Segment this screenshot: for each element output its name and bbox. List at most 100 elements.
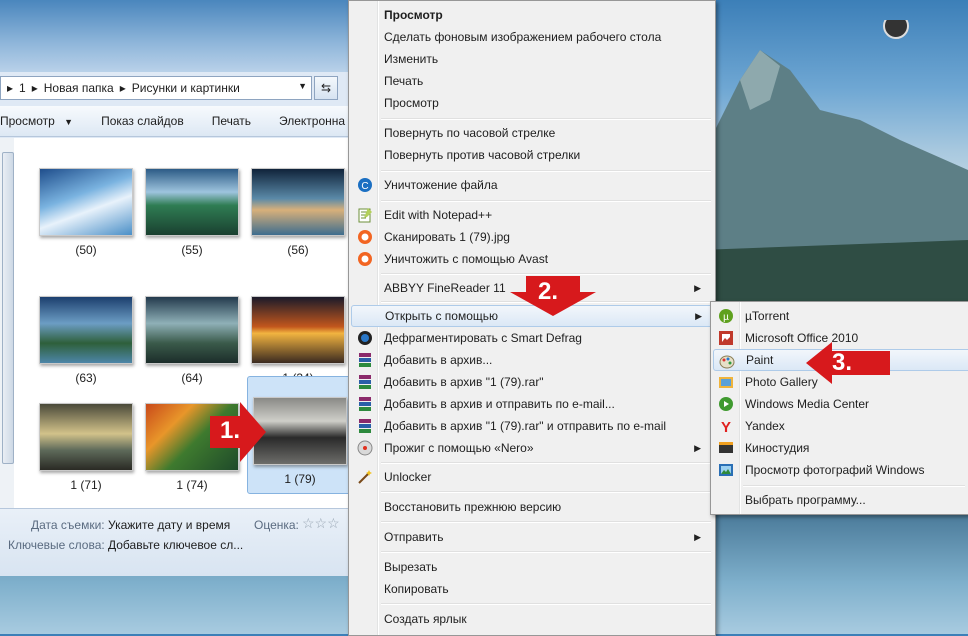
menu-separator (381, 521, 711, 523)
menu-item-create-shortcut[interactable]: Создать ярлык (351, 608, 711, 630)
breadcrumb-item[interactable]: Новая папка (44, 81, 114, 95)
rating-stars-icon[interactable]: ☆☆☆ (302, 515, 340, 532)
menu-item-label: Восстановить прежнюю версию (384, 500, 562, 514)
menu-item-label: Вырезать (384, 560, 438, 574)
date-value[interactable]: Укажите дату и время (108, 518, 230, 532)
menu-item-print[interactable]: Печать (351, 70, 711, 92)
menu-item-copy[interactable]: Копировать (351, 578, 711, 600)
keywords-label: Ключевые слова: (8, 538, 105, 552)
submenu-item-photo-viewer[interactable]: Просмотр фотографий Windows (713, 459, 968, 481)
thumbnail-caption: (64) (181, 371, 203, 385)
menu-item-smart-defrag[interactable]: Дефрагментировать с Smart Defrag (351, 327, 711, 349)
list-item[interactable]: 1 (34) (246, 296, 350, 385)
thumbnail-caption: 1 (74) (176, 478, 208, 492)
rating-label: Оценка: (254, 518, 299, 532)
menu-item-cut[interactable]: Вырезать (351, 556, 711, 578)
svg-text:Y: Y (721, 419, 731, 434)
thumbnail-caption: (55) (181, 243, 203, 257)
menu-item-edit[interactable]: Изменить (351, 48, 711, 70)
menu-item-unlocker[interactable]: Unlocker (351, 466, 711, 488)
vertical-scrollbar[interactable] (0, 138, 15, 508)
menu-item-label: Уничтожение файла (384, 178, 498, 192)
address-separator-icon: ▸ (31, 81, 38, 95)
menu-item-set-wallpaper[interactable]: Сделать фоновым изображением рабочего ст… (351, 26, 711, 48)
media-center-icon (719, 397, 733, 411)
menu-item-add-rar[interactable]: Добавить в архив "1 (79).rar" (351, 371, 711, 393)
paint-palette-icon (719, 355, 735, 369)
callout-label: 3. (832, 349, 853, 376)
menu-separator (381, 462, 711, 464)
photo-gallery-icon (719, 377, 733, 388)
list-item[interactable]: (63) (34, 296, 138, 385)
breadcrumb-item[interactable]: 1 (19, 81, 26, 95)
menu-item-label: Unlocker (384, 470, 432, 484)
list-item[interactable]: (64) (140, 296, 244, 385)
address-separator-icon: ▸ (119, 81, 126, 95)
menu-item-rar-email[interactable]: Добавить в архив "1 (79).rar" и отправит… (351, 415, 711, 437)
list-item[interactable]: (55) (140, 168, 244, 257)
menu-item-label: Добавить в архив "1 (79).rar" (384, 375, 544, 389)
thumbnail-image (39, 403, 133, 471)
submenu-item-movie-maker[interactable]: Киностудия (713, 437, 968, 459)
notepad-icon (358, 208, 372, 223)
address-bar[interactable]: ▸ 1 ▸ Новая папка ▸ Рисунки и картинки ▼ (0, 76, 312, 100)
movie-maker-icon (719, 442, 733, 453)
menu-item-add-archive[interactable]: Добавить в архив... (351, 349, 711, 371)
list-item[interactable]: 1 (71) (34, 403, 138, 492)
menu-item-label: Просмотр (384, 8, 443, 22)
list-item[interactable]: (50) (34, 168, 138, 257)
email-button[interactable]: Электронна (279, 114, 345, 128)
submenu-item-media-center[interactable]: Windows Media Center (713, 393, 968, 415)
winrar-icon (359, 397, 371, 411)
thumbnail-caption: 1 (79) (284, 472, 316, 486)
submenu-item-label: Выбрать программу... (745, 493, 866, 507)
menu-item-preview-2[interactable]: Просмотр (351, 92, 711, 114)
menu-item-send-to[interactable]: Отправить ▶ (351, 526, 711, 548)
thumbnail-caption: 1 (71) (70, 478, 102, 492)
menu-item-archive-email[interactable]: Добавить в архив и отправить по e-mail..… (351, 393, 711, 415)
callout-arrow-1: 1. (210, 402, 266, 462)
list-item[interactable]: (56) (246, 168, 350, 257)
winrar-icon (359, 375, 371, 389)
thumbnail-caption: (56) (287, 243, 309, 257)
menu-item-label: ABBYY FineReader 11 (384, 281, 506, 295)
defrag-icon (358, 331, 372, 345)
svg-text:C: C (361, 181, 368, 192)
thumbnail-image (251, 168, 345, 236)
breadcrumb-item[interactable]: Рисунки и картинки (132, 81, 240, 95)
menu-item-label: Сделать фоновым изображением рабочего ст… (384, 30, 662, 44)
unlocker-wand-icon (358, 470, 372, 484)
slideshow-button[interactable]: Показ слайдов (101, 114, 184, 128)
scrollbar-thumb[interactable] (2, 152, 14, 464)
submenu-item-label: Киностудия (745, 441, 810, 455)
refresh-button[interactable]: ⇆ (314, 76, 338, 100)
menu-item-rotate-cw[interactable]: Повернуть по часовой стрелке (351, 122, 711, 144)
menu-item-avast-scan[interactable]: Сканировать 1 (79).jpg (351, 226, 711, 248)
menu-separator (743, 485, 965, 487)
menu-item-shred-file[interactable]: C Уничтожение файла (351, 174, 711, 196)
submenu-item-label: µTorrent (745, 309, 790, 323)
menu-item-notepad[interactable]: Edit with Notepad++ (351, 204, 711, 226)
menu-item-rotate-ccw[interactable]: Повернуть против часовой стрелки (351, 144, 711, 166)
view-button[interactable]: Просмотр ▼ (0, 114, 73, 128)
submenu-item-label: Просмотр фотографий Windows (745, 463, 925, 477)
menu-item-nero-burn[interactable]: Прожиг с помощью «Nero» ▶ (351, 437, 711, 459)
menu-separator (381, 170, 711, 172)
submenu-item-label: Paint (746, 353, 774, 367)
callout-label: 1. (220, 417, 241, 444)
menu-item-restore-version[interactable]: Восстановить прежнюю версию (351, 496, 711, 518)
avast-icon (358, 230, 372, 244)
file-list: (50) (55) (56) (63) (64) 1 (34) 1 (71) (14, 138, 353, 508)
submenu-item-utorrent[interactable]: µ µTorrent (713, 305, 968, 327)
thumbnail-image (145, 168, 239, 236)
submenu-item-choose-program[interactable]: Выбрать программу... (713, 489, 968, 511)
menu-item-preview[interactable]: Просмотр (351, 4, 711, 26)
keywords-value[interactable]: Добавьте ключевое сл... (108, 538, 243, 552)
menu-item-avast-destroy[interactable]: Уничтожить с помощью Avast (351, 248, 711, 270)
open-with-submenu: µ µTorrent Microsoft Office 2010 Paint P… (710, 301, 968, 515)
menu-item-label: Дефрагментировать с Smart Defrag (384, 331, 582, 345)
submenu-item-yandex[interactable]: Y Yandex (713, 415, 968, 437)
print-button[interactable]: Печать (212, 114, 251, 128)
chevron-down-icon[interactable]: ▼ (298, 81, 307, 91)
utorrent-icon: µ (719, 309, 733, 323)
